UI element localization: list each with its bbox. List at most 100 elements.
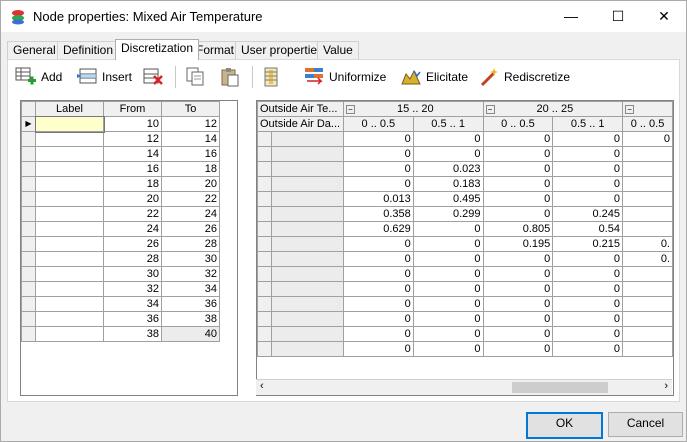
rediscretize-button[interactable]: Rediscretize — [478, 66, 570, 88]
probability-cell[interactable]: 0 — [412, 296, 484, 312]
to-cell[interactable]: 14 — [161, 131, 220, 147]
to-cell[interactable]: 40 — [161, 326, 220, 342]
row-header[interactable] — [21, 161, 36, 177]
probability-cell[interactable]: 0. — [622, 236, 673, 252]
row-header[interactable] — [21, 311, 36, 327]
collapse-icon[interactable]: − — [485, 104, 495, 114]
from-cell[interactable]: 22 — [103, 206, 162, 222]
label-cell[interactable] — [35, 266, 104, 282]
probability-cell[interactable]: 0 — [482, 296, 554, 312]
row-header[interactable] — [257, 251, 272, 267]
row-header[interactable] — [21, 281, 36, 297]
row-header[interactable] — [257, 281, 272, 297]
from-cell[interactable]: 12 — [103, 131, 162, 147]
tab-general[interactable]: General — [7, 41, 62, 59]
probability-cell[interactable]: 0 — [552, 131, 624, 147]
minimize-button[interactable]: — — [548, 1, 594, 32]
column-header[interactable]: Label — [35, 101, 104, 117]
row-header[interactable] — [21, 221, 36, 237]
row-header[interactable] — [21, 176, 36, 192]
probability-cell[interactable]: 0 — [552, 326, 624, 342]
insert-button[interactable]: Insert — [76, 66, 132, 88]
probability-cell[interactable]: 0 — [412, 311, 484, 327]
label-cell[interactable] — [35, 146, 104, 162]
row-header[interactable] — [21, 326, 36, 342]
probability-cell[interactable] — [622, 191, 673, 207]
state-group-header[interactable]: − 20 .. 25 — [482, 101, 624, 117]
to-cell[interactable]: 36 — [161, 296, 220, 312]
probability-cell[interactable]: 0 — [482, 161, 554, 177]
label-cell[interactable] — [35, 206, 104, 222]
column-header[interactable]: From — [103, 101, 162, 117]
probability-cell[interactable]: 0 — [552, 311, 624, 327]
probability-cell[interactable]: 0 — [552, 251, 624, 267]
label-cell[interactable] — [35, 221, 104, 237]
intervals-grid[interactable]: Label From To ▶ 10 12 12 14 14 16 16 18 18 20 20 22 22 24… — [20, 100, 238, 396]
row-header[interactable] — [257, 326, 272, 342]
from-cell[interactable]: 28 — [103, 251, 162, 267]
probability-cell[interactable]: 0.245 — [552, 206, 624, 222]
label-cell[interactable] — [35, 191, 104, 207]
tab-user-properties[interactable]: User properties — [235, 41, 330, 59]
probability-cell[interactable] — [622, 161, 673, 177]
probability-cell[interactable]: 0 — [412, 281, 484, 297]
from-cell[interactable]: 10 — [103, 116, 162, 132]
scroll-left-icon[interactable]: ‹ — [260, 380, 264, 392]
row-header[interactable] — [21, 251, 36, 267]
probability-cell[interactable]: 0 — [342, 146, 414, 162]
probability-cell[interactable] — [622, 311, 673, 327]
probability-cell[interactable]: 0 — [342, 311, 414, 327]
label-cell[interactable] — [35, 281, 104, 297]
row-header[interactable]: ▶ — [21, 116, 36, 132]
probability-cell[interactable]: 0 — [482, 176, 554, 192]
probability-cell[interactable]: 0 — [412, 266, 484, 282]
label-cell[interactable] — [35, 236, 104, 252]
probability-cell[interactable] — [622, 176, 673, 192]
from-cell[interactable]: 20 — [103, 191, 162, 207]
probability-cell[interactable] — [622, 326, 673, 342]
row-header[interactable] — [257, 146, 272, 162]
state-group-header[interactable]: − 15 .. 20 — [342, 101, 484, 117]
delete-row-button[interactable] — [142, 66, 164, 88]
copy-button[interactable] — [184, 66, 206, 88]
to-cell[interactable]: 26 — [161, 221, 220, 237]
probability-cell[interactable]: 0 — [552, 281, 624, 297]
from-cell[interactable]: 36 — [103, 311, 162, 327]
label-cell[interactable] — [35, 251, 104, 267]
probability-cell[interactable]: 0 — [482, 191, 554, 207]
from-cell[interactable]: 32 — [103, 281, 162, 297]
row-header[interactable] — [21, 146, 36, 162]
state-subheader[interactable]: 0 .. 0.5 — [482, 116, 554, 132]
cancel-button[interactable]: Cancel — [608, 412, 683, 437]
probability-cell[interactable]: 0 — [552, 296, 624, 312]
probability-cell[interactable]: 0 — [482, 326, 554, 342]
row-header[interactable] — [257, 176, 272, 192]
scrollbar-thumb[interactable] — [512, 382, 608, 393]
probability-cell[interactable]: 0.023 — [412, 161, 484, 177]
probability-cell[interactable]: 0 — [412, 146, 484, 162]
probability-cell[interactable]: 0 — [552, 341, 624, 357]
to-cell[interactable]: 34 — [161, 281, 220, 297]
probability-cell[interactable]: 0 — [342, 161, 414, 177]
column-view-button[interactable] — [260, 66, 282, 88]
row-header[interactable] — [257, 206, 272, 222]
probability-cell[interactable]: 0 — [412, 236, 484, 252]
probability-cell[interactable]: 0 — [552, 191, 624, 207]
from-cell[interactable]: 14 — [103, 146, 162, 162]
probability-cell[interactable]: 0 — [342, 251, 414, 267]
probability-cell[interactable]: 0.195 — [482, 236, 554, 252]
probability-cell[interactable] — [622, 206, 673, 222]
from-cell[interactable]: 18 — [103, 176, 162, 192]
collapse-icon[interactable]: − — [345, 104, 355, 114]
probability-cell[interactable] — [622, 341, 673, 357]
probability-cell[interactable]: 0 — [482, 251, 554, 267]
row-header[interactable] — [21, 206, 36, 222]
probability-cell[interactable] — [622, 221, 673, 237]
probability-cell[interactable]: 0 — [342, 326, 414, 342]
probability-cell[interactable]: 0 — [552, 176, 624, 192]
probability-cell[interactable]: 0 — [342, 281, 414, 297]
tab-value[interactable]: Value — [317, 41, 359, 59]
row-header[interactable] — [21, 191, 36, 207]
probability-cell[interactable]: 0 — [482, 341, 554, 357]
state-subheader[interactable]: 0 .. 0.5 — [622, 116, 673, 132]
